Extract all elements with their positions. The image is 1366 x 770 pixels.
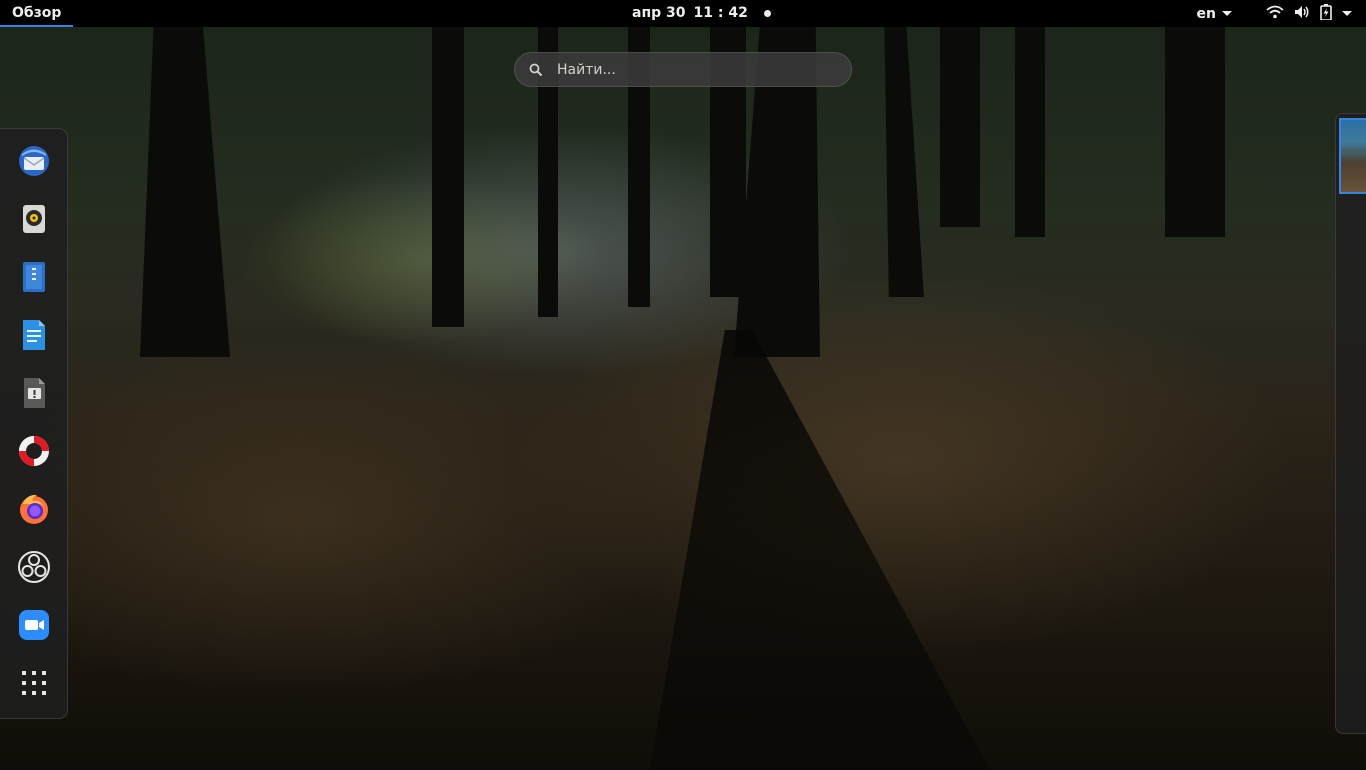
workspace-switcher	[1335, 113, 1366, 734]
dash-item-text-editor[interactable]	[10, 313, 58, 361]
show-applications-button[interactable]	[10, 661, 58, 709]
dash-item-rhythmbox[interactable]	[10, 197, 58, 245]
notification-dot-icon	[763, 10, 771, 17]
dash-item-firefox[interactable]	[10, 487, 58, 535]
wifi-icon	[1266, 5, 1284, 23]
dash-item-help[interactable]	[10, 429, 58, 477]
keyboard-layout-button[interactable]: en	[1197, 6, 1232, 22]
zoom-icon	[17, 608, 51, 646]
search-icon	[529, 63, 543, 77]
system-monitor-icon	[17, 376, 51, 414]
workspace-thumbnail[interactable]	[1339, 118, 1366, 194]
top-bar: Обзор апр 30 11 : 42 en	[0, 0, 1366, 27]
date-label: апр 30	[632, 5, 686, 21]
dash-item-thunderbird[interactable]	[10, 139, 58, 187]
desktop-wallpaper	[0, 0, 1366, 770]
volume-icon	[1294, 5, 1310, 23]
clock-button[interactable]: апр 30 11 : 42	[632, 0, 771, 27]
rhythmbox-icon	[17, 202, 51, 240]
firefox-icon	[17, 492, 51, 530]
battery-charging-icon	[1320, 3, 1332, 24]
time-label: 11 : 42	[693, 5, 748, 21]
thunderbird-icon	[17, 144, 51, 182]
search-box[interactable]	[514, 52, 852, 87]
dash-item-writer[interactable]	[10, 255, 58, 303]
chevron-down-icon	[1222, 11, 1232, 16]
search-input[interactable]	[555, 60, 839, 79]
libreoffice-writer-icon	[17, 260, 51, 298]
dash-item-zoom[interactable]	[10, 603, 58, 651]
text-editor-icon	[17, 318, 51, 356]
dash	[0, 128, 68, 719]
obs-studio-icon	[17, 550, 51, 588]
show-applications-icon	[20, 669, 48, 701]
system-menu-button[interactable]	[1266, 3, 1352, 24]
activities-button[interactable]: Обзор	[0, 0, 73, 27]
help-icon	[17, 434, 51, 472]
keyboard-layout-label: en	[1196, 5, 1216, 22]
dash-item-logs[interactable]	[10, 371, 58, 419]
dash-item-obs[interactable]	[10, 545, 58, 593]
chevron-down-icon	[1342, 11, 1352, 16]
system-tray: en	[1197, 0, 1366, 27]
